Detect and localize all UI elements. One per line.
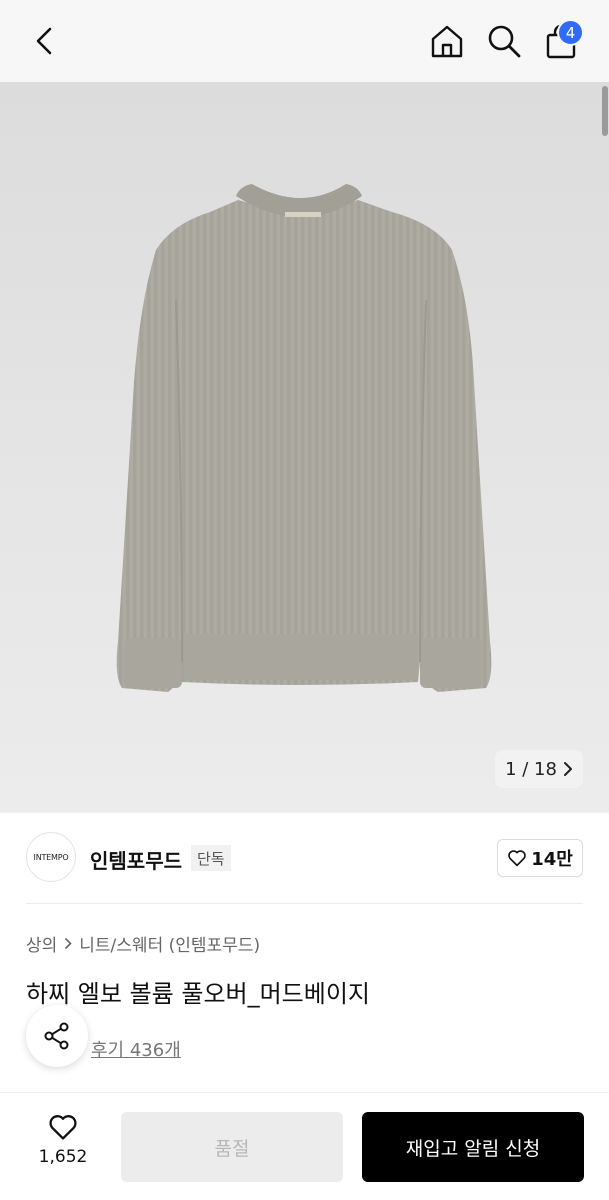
chevron-right-icon <box>563 762 572 776</box>
share-button[interactable] <box>26 1005 88 1067</box>
breadcrumb-item-subcategory[interactable]: 니트/스웨터 (인템포무드) <box>79 931 260 956</box>
top-bar: 4 <box>0 0 609 82</box>
divider <box>26 903 583 904</box>
heart-icon <box>49 1115 77 1140</box>
heart-icon <box>508 850 526 867</box>
image-counter-text: 1 / 18 <box>505 758 557 780</box>
review-link[interactable]: 후기 436개 <box>91 1036 181 1062</box>
wishlist-count: 1,652 <box>38 1147 88 1167</box>
breadcrumb: 상의 니트/스웨터 (인템포무드) <box>26 931 260 956</box>
image-counter[interactable]: 1 / 18 <box>495 750 583 788</box>
soldout-button[interactable]: 품절 <box>121 1112 343 1182</box>
cart-count-badge: 4 <box>557 19 584 46</box>
back-button[interactable] <box>24 21 64 61</box>
search-icon <box>488 25 521 58</box>
brand-like-count: 14만 <box>531 849 573 870</box>
product-image-carousel[interactable] <box>0 82 609 813</box>
brand-like-button[interactable]: 14만 <box>497 839 583 877</box>
brand-logo[interactable]: INTEMPO <box>26 832 76 882</box>
wishlist-button[interactable]: 1,652 <box>28 1113 98 1167</box>
chevron-left-icon <box>36 27 52 55</box>
brand-name[interactable]: 인템포무드 <box>90 845 182 874</box>
page-scrollbar[interactable] <box>602 86 608 136</box>
brand-logo-text: INTEMPO <box>33 852 69 862</box>
chevron-right-icon <box>65 937 72 950</box>
home-button[interactable] <box>426 20 468 62</box>
home-icon <box>431 25 463 58</box>
breadcrumb-item-category[interactable]: 상의 <box>26 931 57 956</box>
share-icon <box>44 1022 69 1050</box>
sweater-image <box>116 184 492 692</box>
exclusive-badge: 단독 <box>191 845 231 871</box>
search-button[interactable] <box>483 20 525 62</box>
product-title: 하찌 엘보 볼륨 풀오버_머드베이지 <box>26 980 371 1008</box>
restock-alert-button[interactable]: 재입고 알림 신청 <box>362 1112 584 1182</box>
